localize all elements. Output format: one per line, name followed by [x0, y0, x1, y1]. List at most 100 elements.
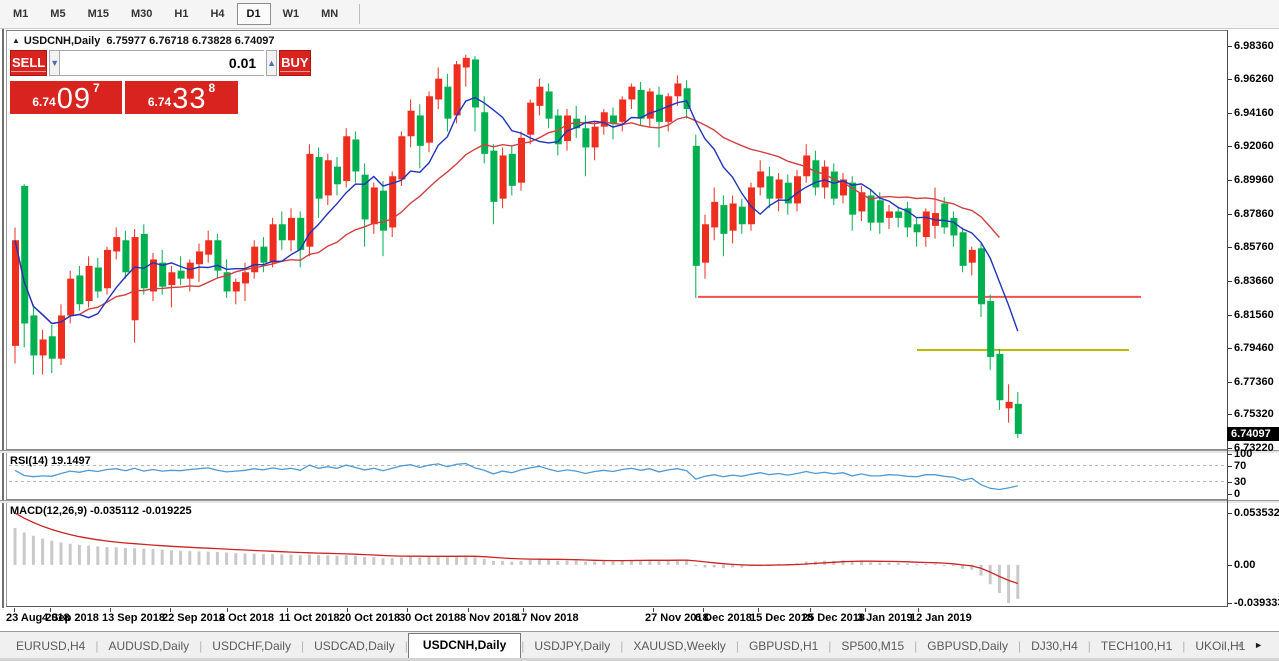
macd-histogram-bar: [170, 550, 173, 565]
candle-body: [49, 336, 56, 358]
buy-button[interactable]: BUY: [279, 50, 310, 76]
chart-tab-usdjpy[interactable]: USDJPY,Daily: [524, 635, 620, 658]
candle-body: [352, 139, 359, 171]
axis-tick-mark: [1228, 281, 1232, 282]
macd-histogram-bar: [14, 528, 17, 565]
macd-histogram-bar: [78, 545, 81, 565]
candle-body: [454, 64, 461, 115]
sell-price-whole: 6.74: [32, 95, 55, 109]
timeframe-button-mn[interactable]: MN: [311, 3, 348, 25]
price-tick-label: 6.94160: [1234, 107, 1274, 119]
date-label: 17 Nov 2018: [515, 612, 579, 624]
buy-quote-button[interactable]: 6.74 33 8: [125, 81, 238, 114]
macd-histogram-bar: [354, 556, 357, 565]
candle-body: [619, 99, 626, 121]
candle-body: [877, 200, 884, 222]
chart-tab-xauusd[interactable]: XAUUSD,Weekly: [623, 635, 735, 658]
chart-tab-sp500[interactable]: SP500,M15: [831, 635, 914, 658]
axis-tick-mark: [1228, 603, 1232, 604]
price-axis-border: [1227, 30, 1228, 607]
chart-tab-usdcnh[interactable]: USDCNH,Daily: [408, 633, 521, 659]
candle-body: [610, 115, 617, 123]
price-tick-label: 6.81560: [1234, 309, 1274, 321]
chart-tab-usdcad[interactable]: USDCAD,Daily: [304, 635, 405, 658]
timeframe-button-w1[interactable]: W1: [273, 3, 310, 25]
candle-body: [104, 250, 111, 288]
macd-histogram-bar: [621, 561, 624, 565]
candle-body: [187, 263, 194, 279]
candle-body: [702, 224, 709, 262]
timeframe-button-d1[interactable]: D1: [237, 3, 271, 25]
macd-histogram-bar: [133, 548, 136, 565]
chart-tab-eurusd[interactable]: EURUSD,H4: [6, 635, 95, 658]
date-label: 22 Sep 2018: [162, 612, 225, 624]
candle-body: [969, 250, 976, 263]
timeframe-button-m15[interactable]: M15: [78, 3, 119, 25]
sell-price-big: 09: [57, 86, 91, 112]
macd-histogram-bar: [878, 563, 881, 565]
macd-histogram-bar: [161, 550, 164, 565]
macd-histogram-bar: [869, 562, 872, 565]
macd-histogram-bar: [363, 557, 366, 565]
candle-body: [196, 251, 203, 264]
date-label: 25 Dec 2018: [802, 612, 865, 624]
rsi-pane[interactable]: [6, 453, 1227, 500]
one-click-trade-panel: SELL ▼ ▲ BUY 6.74 09 7 6.74 33 8: [10, 50, 238, 114]
candle-body: [205, 240, 212, 254]
chart-tab-audusd[interactable]: AUDUSD,Daily: [98, 635, 199, 658]
tab-scroll-left-icon[interactable]: ◄: [1235, 640, 1254, 650]
date-label: 3 Jan 2019: [857, 612, 913, 624]
date-label: 11 Oct 2018: [279, 612, 340, 624]
candle-body: [334, 167, 341, 185]
collapse-triangle-icon[interactable]: ▲: [12, 36, 20, 45]
macd-histogram-bar: [704, 565, 707, 568]
axis-tick-mark: [1228, 247, 1232, 248]
timeframe-button-h1[interactable]: H1: [164, 3, 198, 25]
macd-histogram-bar: [888, 563, 891, 565]
candle-body: [674, 83, 681, 96]
candle-body: [325, 160, 332, 195]
current-price-tag: 6.74097: [1227, 427, 1279, 441]
candle-body: [987, 301, 994, 357]
buy-price-big: 33: [172, 86, 206, 112]
timeframe-button-m30[interactable]: M30: [121, 3, 162, 25]
candle-body: [141, 234, 148, 288]
macd-histogram-bar: [501, 561, 504, 565]
macd-histogram-bar: [372, 557, 375, 565]
macd-histogram-bar: [142, 549, 145, 565]
macd-histogram-bar: [1007, 565, 1010, 603]
macd-histogram-bar: [658, 561, 661, 565]
chart-tab-dj30[interactable]: DJ30,H4: [1021, 635, 1088, 658]
chart-tab-gbpusd[interactable]: GBPUSD,H1: [739, 635, 828, 658]
candle-body: [260, 247, 267, 263]
timeframe-button-h4[interactable]: H4: [200, 3, 234, 25]
volume-increase-button[interactable]: ▲: [266, 50, 277, 76]
sell-button[interactable]: SELL: [10, 50, 47, 76]
chart-tab-gbpusd[interactable]: GBPUSD,Daily: [917, 635, 1018, 658]
sell-quote-button[interactable]: 6.74 09 7: [10, 81, 122, 114]
candle-body: [582, 128, 589, 147]
tab-scroll-right-icon[interactable]: ►: [1254, 640, 1273, 650]
macd-histogram-bar: [225, 553, 228, 565]
axis-tick-mark: [1228, 146, 1232, 147]
macd-pane[interactable]: [6, 503, 1227, 607]
axis-tick-mark: [1228, 466, 1232, 467]
volume-input[interactable]: [60, 50, 264, 76]
axis-tick-mark: [1228, 315, 1232, 316]
timeframe-button-m5[interactable]: M5: [40, 3, 75, 25]
macd-histogram-bar: [1016, 565, 1019, 599]
macd-histogram-bar: [897, 563, 900, 565]
timeframe-button-m1[interactable]: M1: [3, 3, 38, 25]
candle-body: [242, 272, 249, 283]
candle-body: [564, 115, 571, 141]
volume-decrease-button[interactable]: ▼: [49, 50, 60, 76]
candle-body: [638, 90, 645, 119]
symbol-period-label: USDCNH,Daily: [24, 35, 100, 47]
axis-tick-mark: [1228, 565, 1232, 566]
macd-histogram-bar: [179, 551, 182, 565]
chart-tab-tech100[interactable]: TECH100,H1: [1091, 635, 1182, 658]
macd-histogram-bar: [106, 547, 109, 565]
macd-histogram-bar: [115, 547, 118, 564]
candle-body: [233, 282, 240, 292]
chart-tab-usdchf[interactable]: USDCHF,Daily: [202, 635, 301, 658]
